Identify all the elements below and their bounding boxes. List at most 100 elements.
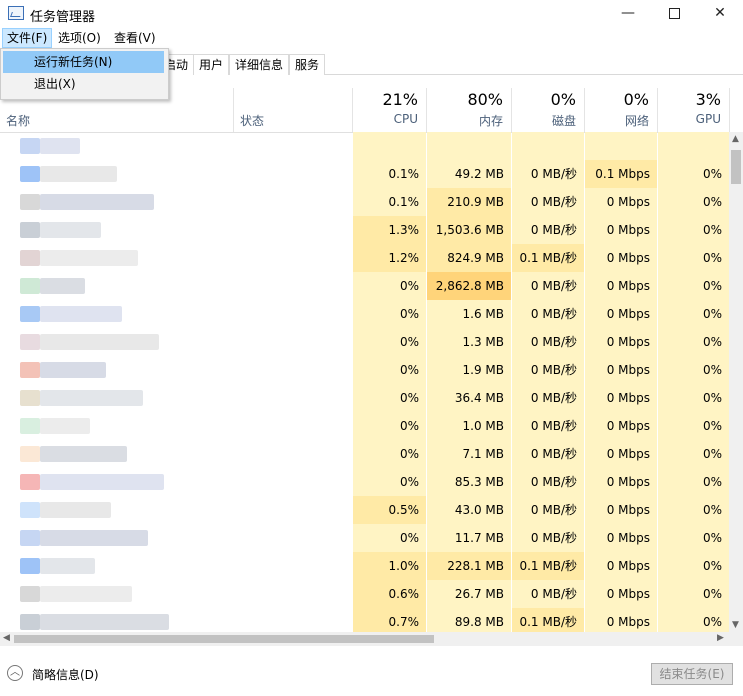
process-row[interactable]: 0% 7.1 MB 0 MB/秒 0 Mbps 0% xyxy=(0,440,729,468)
process-cpu-value: 0% xyxy=(353,524,426,552)
fewer-details-link[interactable]: 简略信息(D) xyxy=(32,666,99,683)
process-cpu-value: 0% xyxy=(353,468,426,496)
redacted-process-icon xyxy=(20,474,40,490)
redacted-process-name xyxy=(40,614,169,630)
run-new-task-item[interactable]: 运行新任务(N) xyxy=(3,51,164,73)
footer: ︿ 简略信息(D) 结束任务(E) xyxy=(0,656,743,696)
process-gpu-value xyxy=(658,132,729,160)
scroll-right-icon[interactable]: ▶ xyxy=(717,633,724,643)
scroll-left-icon[interactable]: ◀ xyxy=(3,633,10,643)
process-gpu-value: 0% xyxy=(658,216,729,244)
menu-view[interactable]: 查看(V) xyxy=(110,29,160,47)
menu-file[interactable]: 文件(F) xyxy=(2,28,53,48)
process-net-value: 0 Mbps xyxy=(585,412,657,440)
process-mem-value: 26.7 MB xyxy=(427,580,511,608)
process-row[interactable]: 0% 1.3 MB 0 MB/秒 0 Mbps 0% xyxy=(0,328,729,356)
column-network[interactable]: 0% 网络 xyxy=(585,88,657,132)
process-row[interactable]: 0.7% 89.8 MB 0.1 MB/秒 0 Mbps 0% xyxy=(0,608,729,632)
process-gpu-value: 0% xyxy=(658,356,729,384)
process-mem-value: 11.7 MB xyxy=(427,524,511,552)
process-mem-value: 89.8 MB xyxy=(427,608,511,632)
horizontal-scrollbar[interactable]: ◀ ▶ xyxy=(0,632,743,646)
menu-options[interactable]: 选项(O) xyxy=(54,29,105,47)
process-disk-value: 0 MB/秒 xyxy=(512,328,584,356)
process-name-cell xyxy=(0,552,352,580)
process-cpu-value: 0.5% xyxy=(353,496,426,524)
process-row[interactable]: 1.2% 824.9 MB 0.1 MB/秒 0 Mbps 0% xyxy=(0,244,729,272)
process-row[interactable]: 0% 1.0 MB 0 MB/秒 0 Mbps 0% xyxy=(0,412,729,440)
exit-item[interactable]: 退出(X) xyxy=(3,73,164,95)
tab-details[interactable]: 详细信息 xyxy=(229,54,290,75)
end-task-button[interactable]: 结束任务(E) xyxy=(651,663,733,685)
process-mem-value: 1,503.6 MB xyxy=(427,216,511,244)
vertical-scrollbar[interactable]: ▲ ▼ xyxy=(729,132,743,632)
process-cpu-value: 0.1% xyxy=(353,160,426,188)
scroll-thumb[interactable] xyxy=(14,635,434,643)
column-status[interactable]: 状态 xyxy=(234,88,352,132)
process-row[interactable]: 0% 85.3 MB 0 MB/秒 0 Mbps 0% xyxy=(0,468,729,496)
process-name-cell xyxy=(0,384,352,412)
process-cpu-value: 0% xyxy=(353,272,426,300)
process-row[interactable]: 0.1% 210.9 MB 0 MB/秒 0 Mbps 0% xyxy=(0,188,729,216)
tab-services[interactable]: 服务 xyxy=(289,54,326,75)
task-manager-icon xyxy=(8,6,24,20)
redacted-process-name xyxy=(40,446,127,462)
redacted-process-name xyxy=(40,222,101,238)
process-gpu-value: 0% xyxy=(658,496,729,524)
scroll-down-icon[interactable]: ▼ xyxy=(732,620,739,630)
process-net-value: 0 Mbps xyxy=(585,244,657,272)
process-row[interactable]: 0% 1.6 MB 0 MB/秒 0 Mbps 0% xyxy=(0,300,729,328)
process-row[interactable]: 0% 2,862.8 MB 0 MB/秒 0 Mbps 0% xyxy=(0,272,729,300)
chevron-up-icon[interactable]: ︿ xyxy=(7,665,23,681)
process-name-cell xyxy=(0,496,352,524)
process-gpu-value: 0% xyxy=(658,384,729,412)
process-row[interactable] xyxy=(0,132,729,160)
network-total: 0% xyxy=(623,90,649,109)
process-cpu-value: 0% xyxy=(353,440,426,468)
redacted-process-name xyxy=(40,586,132,602)
column-disk-label: 磁盘 xyxy=(551,114,576,128)
process-name-cell xyxy=(0,608,352,632)
process-row[interactable]: 0% 1.9 MB 0 MB/秒 0 Mbps 0% xyxy=(0,356,729,384)
process-gpu-value: 0% xyxy=(658,328,729,356)
process-cpu-value: 0% xyxy=(353,356,426,384)
scroll-thumb[interactable] xyxy=(731,150,741,184)
process-row[interactable]: 1.3% 1,503.6 MB 0 MB/秒 0 Mbps 0% xyxy=(0,216,729,244)
process-row[interactable]: 0.6% 26.7 MB 0 MB/秒 0 Mbps 0% xyxy=(0,580,729,608)
redacted-process-name xyxy=(40,250,138,266)
redacted-process-name xyxy=(40,278,85,294)
process-name-cell xyxy=(0,216,352,244)
process-row[interactable]: 0% 36.4 MB 0 MB/秒 0 Mbps 0% xyxy=(0,384,729,412)
column-memory[interactable]: 80% 内存 xyxy=(427,88,511,132)
process-mem-value: 228.1 MB xyxy=(427,552,511,580)
process-row[interactable]: 0.5% 43.0 MB 0 MB/秒 0 Mbps 0% xyxy=(0,496,729,524)
process-mem-value: 36.4 MB xyxy=(427,384,511,412)
process-cpu-value: 1.3% xyxy=(353,216,426,244)
process-cpu-value: 0% xyxy=(353,328,426,356)
process-mem-value: 2,862.8 MB xyxy=(427,272,511,300)
tab-users[interactable]: 用户 xyxy=(193,54,230,75)
maximize-button[interactable] xyxy=(651,0,697,28)
minimize-button[interactable]: — xyxy=(605,0,651,28)
redacted-process-name xyxy=(40,530,148,546)
column-divider xyxy=(729,88,730,132)
process-cpu-value: 0.7% xyxy=(353,608,426,632)
redacted-process-icon xyxy=(20,166,40,182)
column-network-label: 网络 xyxy=(624,114,649,128)
process-mem-value: 824.9 MB xyxy=(427,244,511,272)
process-cpu-value: 0.6% xyxy=(353,580,426,608)
process-row[interactable]: 0% 11.7 MB 0 MB/秒 0 Mbps 0% xyxy=(0,524,729,552)
column-disk[interactable]: 0% 磁盘 xyxy=(512,88,584,132)
process-row[interactable]: 1.0% 228.1 MB 0.1 MB/秒 0 Mbps 0% xyxy=(0,552,729,580)
process-mem-value: 210.9 MB xyxy=(427,188,511,216)
column-cpu[interactable]: 21% CPU xyxy=(353,88,426,132)
scroll-up-icon[interactable]: ▲ xyxy=(732,134,739,144)
memory-total: 80% xyxy=(467,90,503,109)
redacted-process-name xyxy=(40,558,95,574)
redacted-process-name xyxy=(40,390,143,406)
column-name-label: 名称 xyxy=(6,114,31,128)
process-row[interactable]: 0.1% 49.2 MB 0 MB/秒 0.1 Mbps 0% xyxy=(0,160,729,188)
process-gpu-value: 0% xyxy=(658,412,729,440)
column-gpu[interactable]: 3% GPU xyxy=(658,88,729,132)
close-button[interactable]: ✕ xyxy=(697,0,743,28)
